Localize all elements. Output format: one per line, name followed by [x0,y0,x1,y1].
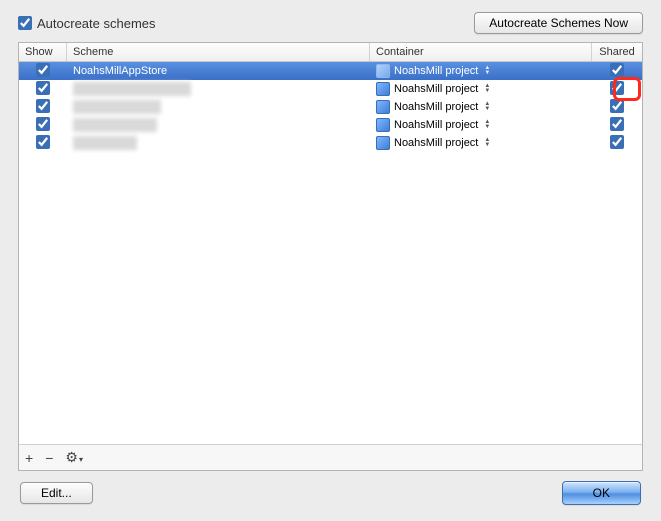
project-icon [376,118,390,132]
scheme-cell: NoahsMillAppStore [67,65,370,77]
shared-checkbox[interactable] [610,99,624,113]
gear-icon: ⚙ [65,449,78,465]
autocreate-schemes-label: Autocreate schemes [37,16,156,31]
scheme-cell [67,118,370,132]
table-toolbar: + − ⚙▾ [19,444,642,470]
edit-button[interactable]: Edit... [20,482,93,504]
scheme-cell [67,136,370,150]
redacted-scheme-name [73,118,157,132]
schemes-table: Show Scheme Container Shared NoahsMillAp… [18,42,643,471]
autocreate-now-button[interactable]: Autocreate Schemes Now [474,12,643,34]
stepper-icon: ▲▼ [484,66,490,76]
autocreate-schemes-check[interactable] [18,16,32,30]
table-row[interactable]: NoahsMill project ▲▼ [19,134,642,152]
ok-button[interactable]: OK [562,481,641,505]
show-checkbox[interactable] [36,99,50,113]
chevron-down-icon: ▾ [79,455,83,464]
show-checkbox[interactable] [36,117,50,131]
container-popup[interactable]: NoahsMill project ▲▼ [370,82,592,96]
manage-schemes-sheet: Autocreate schemes Autocreate Schemes No… [10,4,651,511]
project-icon [376,100,390,114]
show-checkbox[interactable] [36,135,50,149]
table-row[interactable]: NoahsMill project ▲▼ [19,98,642,116]
redacted-scheme-name [73,100,161,114]
shared-checkbox[interactable] [610,63,624,77]
container-label: NoahsMill project [394,101,478,113]
stepper-icon: ▲▼ [484,84,490,94]
container-popup[interactable]: NoahsMill project ▲▼ [370,136,592,150]
project-icon [376,136,390,150]
container-popup[interactable]: NoahsMill project ▲▼ [370,118,592,132]
container-label: NoahsMill project [394,83,478,95]
action-menu-button[interactable]: ⚙▾ [65,449,83,466]
show-checkbox[interactable] [36,63,50,77]
col-container[interactable]: Container [370,43,592,61]
shared-checkbox[interactable] [610,135,624,149]
stepper-icon: ▲▼ [484,138,490,148]
stepper-icon: ▲▼ [484,102,490,112]
container-popup[interactable]: NoahsMill project ▲▼ [370,64,592,78]
table-row[interactable]: NoahsMill project ▲▼ [19,116,642,134]
col-scheme[interactable]: Scheme [67,43,370,61]
table-header: Show Scheme Container Shared [19,43,642,62]
show-checkbox[interactable] [36,81,50,95]
col-show[interactable]: Show [19,43,67,61]
container-label: NoahsMill project [394,65,478,77]
redacted-scheme-name [73,82,191,96]
remove-button[interactable]: − [45,450,53,466]
scheme-cell [67,82,370,96]
stepper-icon: ▲▼ [484,120,490,130]
bottom-bar: Edit... OK [10,471,651,511]
project-icon [376,64,390,78]
table-row[interactable]: NoahsMill project ▲▼ [19,80,642,98]
add-button[interactable]: + [25,450,33,466]
top-bar: Autocreate schemes Autocreate Schemes No… [10,4,651,42]
shared-checkbox[interactable] [610,81,624,95]
col-shared[interactable]: Shared [592,43,642,61]
table-row[interactable]: NoahsMillAppStore NoahsMill project ▲▼ [19,62,642,80]
container-popup[interactable]: NoahsMill project ▲▼ [370,100,592,114]
autocreate-schemes-checkbox[interactable]: Autocreate schemes [18,16,156,31]
container-label: NoahsMill project [394,119,478,131]
project-icon [376,82,390,96]
table-body: NoahsMillAppStoreNoahsMill project▲▼Noah… [19,62,642,444]
container-label: NoahsMill project [394,137,478,149]
scheme-cell [67,100,370,114]
redacted-scheme-name [73,136,137,150]
shared-checkbox[interactable] [610,117,624,131]
